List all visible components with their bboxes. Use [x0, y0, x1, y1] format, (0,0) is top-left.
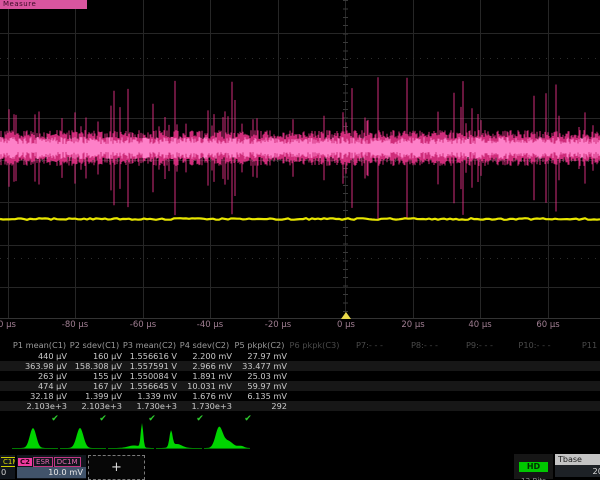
c2-coupling-badge: DC1M [54, 457, 81, 467]
time-axis-label: 20 µs [401, 320, 424, 330]
timebase-descriptor[interactable]: Tbase 20.0 [555, 454, 600, 479]
measure-header-6[interactable]: P6 pkpk(C3) [287, 340, 342, 351]
measure-value-cell: 1.339 mV [122, 391, 177, 401]
measure-histicon[interactable] [108, 423, 154, 448]
time-axis-label: 40 µs [468, 320, 491, 330]
measure-value-cell: 59.97 mV [232, 381, 287, 391]
measure-table-header-row: P1 mean(C1)P2 sdev(C1)P3 mean(C2)P4 sdev… [0, 340, 600, 351]
time-axis-label: -60 µs [130, 320, 156, 330]
c1-trace [0, 218, 600, 220]
measure-value-cell: 2.103e+3 [67, 401, 122, 411]
measure-header-3[interactable]: P3 mean(C2) [122, 340, 177, 351]
measure-value-cell: 160 µV [67, 351, 122, 361]
c2-trace-noise [0, 77, 600, 219]
c1-coupling-badge: C1M [1, 457, 15, 467]
measure-value-cell: 1.730e+3 [122, 401, 177, 411]
time-axis-label: -80 µs [62, 320, 88, 330]
measure-value-cell: 155 µV [67, 371, 122, 381]
measure-value-cell: 32.18 µV [12, 391, 67, 401]
time-axis-label: -20 µs [265, 320, 291, 330]
measure-histicon[interactable] [60, 428, 106, 448]
measure-status-check: ✔ [148, 413, 156, 425]
measure-value-cell: 25.03 mV [232, 371, 287, 381]
measure-value-cell: 10.031 mV [177, 381, 232, 391]
measure-value-cell: 1.557591 V [122, 361, 177, 371]
add-trace-button[interactable]: + [88, 455, 145, 480]
measure-value-cell: 1.550084 V [122, 371, 177, 381]
grid-bottom-edge [0, 318, 600, 319]
grid-dotted-line [0, 258, 600, 259]
measure-table-row: 2.103e+32.103e+31.730e+31.730e+3292 [0, 401, 600, 411]
measure-value-cell: 6.135 mV [232, 391, 287, 401]
measure-header-2[interactable]: P2 sdev(C1) [67, 340, 122, 351]
c2-trace-core [0, 137, 600, 159]
measure-value-cell: 27.97 mV [232, 351, 287, 361]
oscilloscope-screen: Measure -100 µs -80 µs -60 µs -40 µs -20 µs 0… [0, 0, 600, 480]
timebase-value: 20.0 [555, 465, 600, 477]
grid-hline [0, 33, 600, 34]
measure-header-11[interactable]: P11 [562, 340, 600, 351]
measure-histicon[interactable] [12, 428, 58, 448]
measure-value-cell: 33.477 mV [232, 361, 287, 371]
measure-value-cell: 263 µV [12, 371, 67, 381]
grid-dotted-line [0, 58, 600, 59]
measure-header-7[interactable]: P7:- - - [342, 340, 397, 351]
measure-value-cell: 1.676 mV [177, 391, 232, 401]
measure-status-check: ✔ [196, 413, 204, 425]
time-axis-label: 0 µs [337, 320, 355, 330]
time-axis-label: -40 µs [197, 320, 223, 330]
time-axis-label: 60 µs [536, 320, 559, 330]
measure-value-cell: 363.98 µV [12, 361, 67, 371]
measure-table-row: 440 µV160 µV1.556616 V2.200 mV27.97 mV [0, 351, 600, 361]
measure-value-cell: 1.556616 V [122, 351, 177, 361]
top-left-measure-badge[interactable]: Measure [0, 0, 87, 9]
measure-header-1[interactable]: P1 mean(C1) [12, 340, 67, 351]
measure-value-cell: 1.556645 V [122, 381, 177, 391]
measure-status-check: ✔ [244, 413, 252, 425]
measure-value-cell: 440 µV [12, 351, 67, 361]
measure-value-cell: 158.308 µV [67, 361, 122, 371]
measure-value-cell: 2.966 mV [177, 361, 232, 371]
measure-table-row: 474 µV167 µV1.556645 V10.031 mV59.97 mV [0, 381, 600, 391]
measure-value-cell: 1.399 µV [67, 391, 122, 401]
measure-table-row: 263 µV155 µV1.550084 V1.891 mV25.03 mV [0, 371, 600, 381]
measure-histicon[interactable] [156, 430, 202, 448]
measure-histicon[interactable] [204, 427, 250, 448]
measure-value-cell: 167 µV [67, 381, 122, 391]
measure-value-cell: 1.730e+3 [177, 401, 232, 411]
measure-header-8[interactable]: P8:- - - [397, 340, 452, 351]
measure-header-9[interactable]: P9:- - - [452, 340, 507, 351]
measure-status-check: ✔ [51, 413, 59, 425]
hd-badge: HD [519, 462, 548, 472]
channel-c1-descriptor[interactable]: C1M 0 mV [0, 455, 15, 479]
measure-value-cell: 2.103e+3 [12, 401, 67, 411]
measure-table-row: 32.18 µV1.399 µV1.339 mV1.676 mV6.135 mV [0, 391, 600, 401]
measure-value-cell: 474 µV [12, 381, 67, 391]
channel-c2-descriptor[interactable]: C2 ESR DC1M 10.0 mV [17, 455, 86, 479]
c2-esr-badge: ESR [33, 457, 53, 467]
hd-bits-label: 12 Bits [514, 476, 553, 480]
measure-header-4[interactable]: P4 sdev(C2) [177, 340, 232, 351]
measure-value-cell: 1.891 mV [177, 371, 232, 381]
measure-status-check: ✔ [99, 413, 107, 425]
grid-hline [0, 202, 600, 203]
grid-hline [0, 75, 600, 76]
hd-mode-indicator[interactable]: HD 12 Bits [514, 454, 553, 479]
c2-channel-badge: C2 [18, 458, 32, 466]
grid-hline [0, 287, 600, 288]
grid-hline [0, 245, 600, 246]
measure-value-cell: 292 [232, 401, 287, 411]
measure-header-5[interactable]: P5 pkpk(C2) [232, 340, 287, 351]
c2-volts-per-div: 10.0 mV [17, 467, 86, 478]
trigger-position-marker[interactable] [341, 312, 351, 319]
time-axis-label: -100 µs [0, 320, 16, 330]
timebase-title: Tbase [555, 454, 600, 465]
measure-header-10[interactable]: P10:- - - [507, 340, 562, 351]
measure-table-row: 363.98 µV158.308 µV1.557591 V2.966 mV33.… [0, 361, 600, 371]
grid-hline [0, 118, 600, 119]
center-horizontal-ticks [0, 157, 600, 162]
c1-volts-per-div: 0 mV [0, 467, 15, 478]
measure-value-cell: 2.200 mV [177, 351, 232, 361]
